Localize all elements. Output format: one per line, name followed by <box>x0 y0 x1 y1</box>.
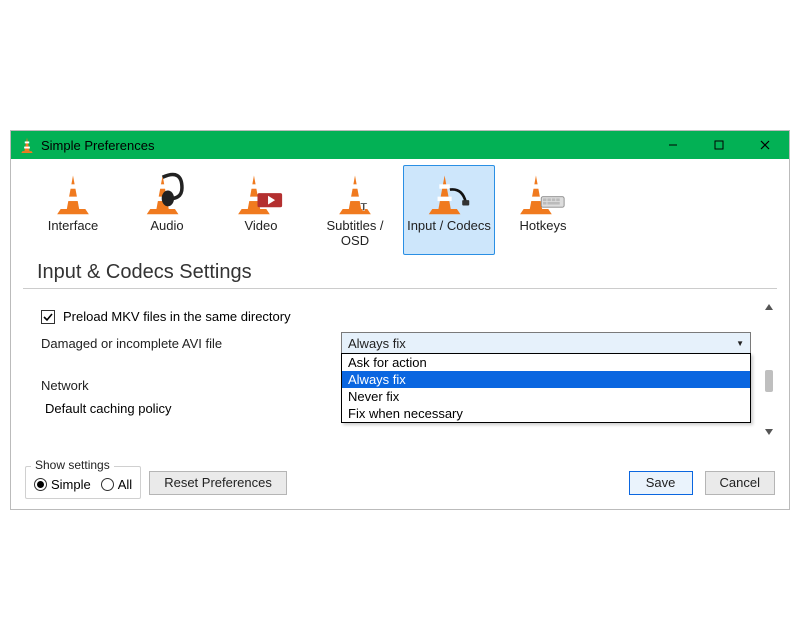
show-settings-legend: Show settings <box>31 458 114 472</box>
avi-dropdown[interactable]: Ask for action Always fix Never fix Fix … <box>341 353 751 423</box>
tab-video[interactable]: Video <box>215 165 307 255</box>
preload-checkbox[interactable] <box>41 310 55 324</box>
settings-content-wrap: Preload MKV files in the same directory … <box>11 289 789 446</box>
tab-label: Input / Codecs <box>406 218 492 233</box>
tab-label: Subtitles / OSD <box>312 218 398 248</box>
window-minimize-button[interactable] <box>653 131 693 159</box>
tab-subtitles[interactable]: T Subtitles / OSD <box>309 165 401 255</box>
avi-option[interactable]: Fix when necessary <box>342 405 750 422</box>
tab-label: Video <box>218 218 304 233</box>
page-heading: Input & Codecs Settings <box>23 259 777 289</box>
tab-label: Interface <box>30 218 116 233</box>
avi-combo-value: Always fix <box>348 336 406 351</box>
window-title: Simple Preferences <box>41 138 647 153</box>
preferences-window: Simple Preferences Interface Audio Video… <box>10 130 790 510</box>
avi-option-selected[interactable]: Always fix <box>342 371 750 388</box>
scroll-track[interactable] <box>765 315 773 424</box>
cancel-button[interactable]: Cancel <box>705 471 775 495</box>
radio-simple[interactable]: Simple <box>34 477 91 492</box>
svg-text:T: T <box>360 202 367 214</box>
tab-label: Audio <box>124 218 210 233</box>
avi-combo[interactable]: Always fix ▼ <box>341 332 751 354</box>
preload-label[interactable]: Preload MKV files in the same directory <box>63 309 291 324</box>
avi-label: Damaged or incomplete AVI file <box>41 336 341 351</box>
scroll-up-icon[interactable] <box>761 299 777 315</box>
titlebar: Simple Preferences <box>11 131 789 159</box>
avi-option[interactable]: Never fix <box>342 388 750 405</box>
dropdown-caret-icon: ▼ <box>736 339 744 348</box>
avi-row: Damaged or incomplete AVI file Always fi… <box>41 332 755 354</box>
tab-label: Hotkeys <box>500 218 586 233</box>
avi-option[interactable]: Ask for action <box>342 354 750 371</box>
footer: Show settings Simple All Reset Preferenc… <box>11 446 789 509</box>
reset-preferences-button[interactable]: Reset Preferences <box>149 471 287 495</box>
window-close-button[interactable] <box>745 131 785 159</box>
radio-all[interactable]: All <box>101 477 132 492</box>
scroll-down-icon[interactable] <box>761 424 777 440</box>
radio-label: Simple <box>51 477 91 492</box>
scroll-thumb[interactable] <box>765 370 773 392</box>
tab-interface[interactable]: Interface <box>27 165 119 255</box>
vertical-scrollbar[interactable] <box>761 299 777 440</box>
radio-icon <box>101 478 114 491</box>
radio-label: All <box>118 477 132 492</box>
vlc-app-icon <box>19 137 35 153</box>
radio-icon <box>34 478 47 491</box>
preload-row: Preload MKV files in the same directory <box>41 309 755 324</box>
settings-content: Preload MKV files in the same directory … <box>23 295 759 446</box>
tab-hotkeys[interactable]: Hotkeys <box>497 165 589 255</box>
tab-input-codecs[interactable]: Input / Codecs <box>403 165 495 255</box>
window-maximize-button[interactable] <box>699 131 739 159</box>
save-button[interactable]: Save <box>629 471 693 495</box>
category-tabs: Interface Audio Video T Subtitles / OSD … <box>11 159 789 259</box>
tab-audio[interactable]: Audio <box>121 165 213 255</box>
